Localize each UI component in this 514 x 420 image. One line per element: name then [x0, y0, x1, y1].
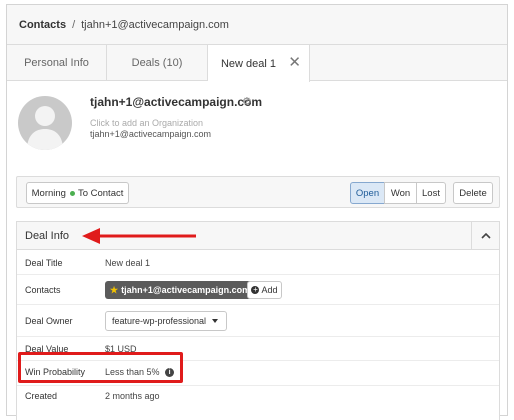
tab-personal-info[interactable]: Personal Info [7, 45, 107, 81]
gear-icon[interactable]: ⚙ [242, 95, 252, 108]
stage-name: To Contact [77, 187, 124, 199]
stage-dot-icon [69, 190, 75, 196]
tab-new-deal[interactable]: New deal 1 ✕ [208, 45, 310, 82]
stage-button[interactable]: Morning To Contact [26, 182, 129, 204]
deal-owner-value: feature-wp-professional [112, 316, 207, 326]
row-deal-owner: Deal Owner feature-wp-professional [17, 305, 499, 337]
tab-label: New deal 1 [220, 57, 277, 70]
deal-title-value[interactable]: New deal 1 [105, 258, 150, 268]
tab-bar: Personal Info Deals (10) New deal 1 ✕ [7, 45, 507, 82]
breadcrumb: Contacts / tjahn+1@activecampaign.com [7, 5, 507, 45]
close-icon[interactable]: ✕ [288, 55, 301, 70]
delete-button[interactable]: Delete [453, 182, 493, 204]
row-deal-title: Deal Title New deal 1 [17, 250, 499, 275]
chevron-up-icon[interactable] [471, 222, 499, 249]
won-button[interactable]: Won [384, 182, 417, 204]
breadcrumb-separator: / [72, 18, 76, 31]
lost-button[interactable]: Lost [416, 182, 446, 204]
contact-chip-label: tjahn+1@activecampaign.com [121, 285, 251, 295]
add-organization-link[interactable]: Click to add an Organization [90, 118, 203, 128]
row-label: Deal Title [25, 258, 63, 268]
row-created: Created 2 months ago [17, 385, 499, 409]
row-label: Created [25, 391, 58, 401]
tab-label: Deals (10) [131, 57, 183, 69]
chevron-down-icon [212, 319, 218, 323]
contact-chip[interactable]: ★ tjahn+1@activecampaign.com [105, 281, 257, 299]
row-label: Deal Owner [25, 316, 73, 326]
avatar [18, 96, 72, 150]
contact-name: tjahn+1@activecampaign.com [90, 95, 263, 109]
star-icon: ★ [110, 284, 119, 295]
row-label: Contacts [25, 285, 61, 295]
add-label: Add [261, 285, 278, 295]
breadcrumb-current: tjahn+1@activecampaign.com [81, 18, 229, 31]
add-contact-button[interactable]: + Add [247, 281, 282, 299]
deal-action-bar: Morning To Contact Open Won Lost Delete [16, 176, 500, 208]
annotation-arrow-icon [82, 228, 196, 244]
deal-info-title: Deal Info [25, 230, 70, 242]
person-icon [27, 106, 63, 150]
annotation-highlight-box [18, 352, 183, 383]
plus-icon: + [251, 285, 260, 294]
contact-email: tjahn+1@activecampaign.com [90, 129, 211, 139]
created-value: 2 months ago [105, 391, 160, 401]
deal-info-panel: Deal Info Deal Title New deal 1 Contacts… [16, 221, 500, 420]
row-contacts: Contacts ★ tjahn+1@activecampaign.com + … [17, 275, 499, 305]
open-button[interactable]: Open [350, 182, 385, 204]
breadcrumb-contacts[interactable]: Contacts [19, 19, 66, 31]
tab-label: Personal Info [24, 57, 89, 69]
stage-pipeline: Morning [31, 187, 66, 199]
tab-deals[interactable]: Deals (10) [107, 45, 208, 81]
deal-owner-select[interactable]: feature-wp-professional [105, 311, 227, 331]
